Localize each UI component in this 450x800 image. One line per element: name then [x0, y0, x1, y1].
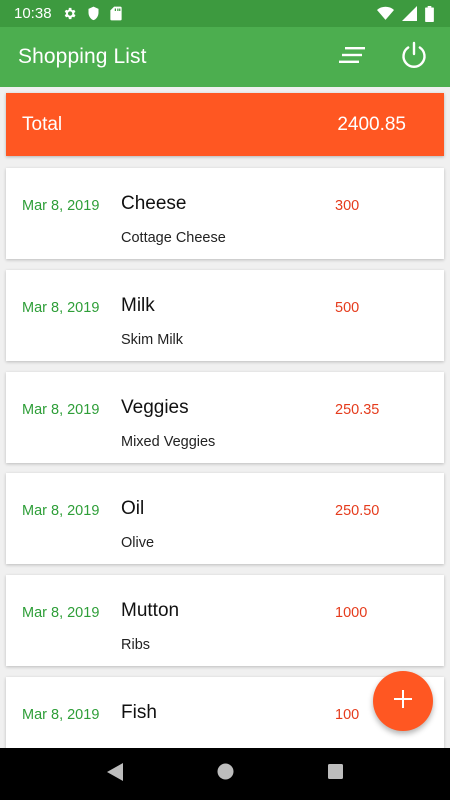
battery-icon	[425, 5, 434, 22]
app-bar: Shopping List	[0, 27, 450, 87]
item-name: Cheese	[121, 193, 187, 214]
recents-icon	[327, 764, 343, 784]
page-title: Shopping List	[18, 45, 147, 68]
item-name: Oil	[121, 498, 145, 519]
item-name: Milk	[121, 295, 155, 316]
item-description: Ribs	[121, 637, 151, 653]
wifi-icon	[377, 6, 394, 21]
gear-icon	[62, 6, 77, 21]
back-icon	[107, 762, 123, 786]
back-button[interactable]	[90, 754, 140, 794]
home-icon	[217, 763, 234, 785]
home-button[interactable]	[200, 754, 250, 794]
power-icon	[400, 41, 428, 74]
item-price: 1000	[335, 605, 368, 621]
status-bar: 10:38	[0, 0, 450, 27]
recents-button[interactable]	[310, 754, 360, 794]
total-card: Total 2400.85	[6, 93, 444, 156]
sort-button[interactable]	[332, 37, 372, 77]
list-item[interactable]: Mar 8, 2019 Cheese Cottage Cheese 300	[6, 168, 444, 259]
system-nav-bar	[0, 748, 450, 800]
item-price: 300	[335, 198, 360, 214]
list-item[interactable]: Mar 8, 2019 Oil Olive 250.50	[6, 473, 444, 564]
item-name: Mutton	[121, 600, 180, 621]
item-price: 250.35	[335, 402, 380, 418]
logout-button[interactable]	[394, 37, 434, 77]
item-description: Mixed Veggies	[121, 434, 216, 450]
item-date: Mar 8, 2019	[22, 402, 100, 418]
list-item[interactable]: Mar 8, 2019 Veggies Mixed Veggies 250.35	[6, 372, 444, 463]
item-name: Veggies	[121, 397, 189, 418]
item-description: Cottage Cheese	[121, 230, 226, 246]
shield-icon	[87, 6, 100, 21]
item-date: Mar 8, 2019	[22, 503, 100, 519]
item-description: Olive	[121, 535, 155, 551]
plus-icon	[394, 689, 412, 713]
item-price: 500	[335, 300, 360, 316]
sd-card-icon	[109, 6, 122, 21]
item-date: Mar 8, 2019	[22, 707, 100, 723]
sort-icon	[339, 46, 365, 69]
list-item[interactable]: Mar 8, 2019 Mutton Ribs 1000	[6, 575, 444, 666]
item-name: Fish	[121, 702, 157, 723]
item-date: Mar 8, 2019	[22, 605, 100, 621]
total-value: 2400.85	[337, 113, 406, 135]
add-item-button[interactable]	[373, 671, 433, 731]
item-date: Mar 8, 2019	[22, 300, 100, 316]
item-date: Mar 8, 2019	[22, 198, 100, 214]
total-label: Total	[22, 113, 63, 135]
cell-signal-icon	[402, 6, 417, 21]
item-price: 250.50	[335, 503, 380, 519]
list-item[interactable]: Mar 8, 2019 Milk Skim Milk 500	[6, 270, 444, 361]
status-time: 10:38	[14, 5, 52, 22]
item-price: 100	[335, 707, 360, 723]
item-description: Skim Milk	[121, 332, 184, 348]
shopping-list[interactable]: Total 2400.85 Mar 8, 2019 Cheese Cottage…	[0, 87, 450, 748]
